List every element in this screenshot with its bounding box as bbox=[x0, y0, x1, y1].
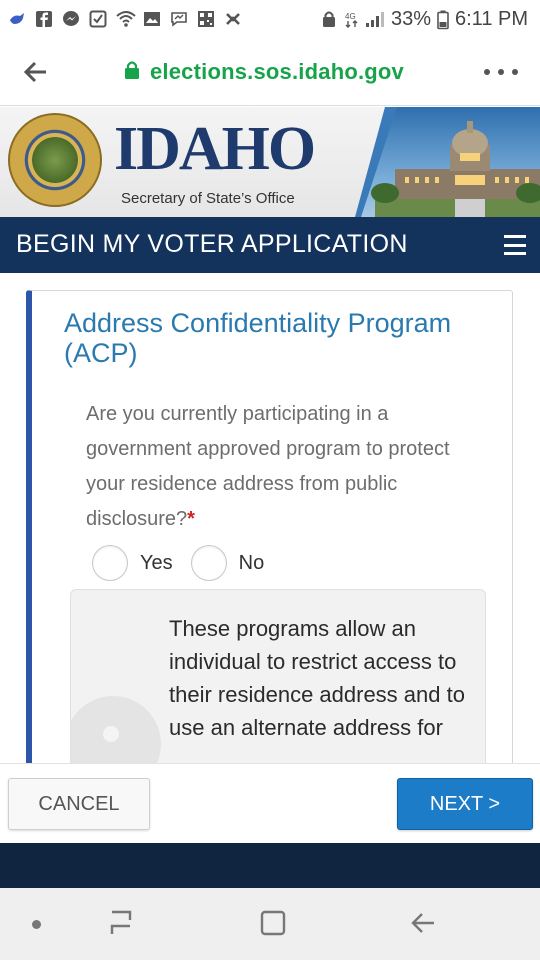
state-seal-icon bbox=[8, 113, 102, 207]
back-icon[interactable] bbox=[408, 908, 438, 938]
acp-question: Are you currently participating in a gov… bbox=[86, 397, 476, 537]
next-button[interactable]: NEXT > bbox=[397, 778, 533, 830]
signal-icon bbox=[365, 10, 385, 28]
status-bar: 4G 33% 6:11 PM bbox=[0, 0, 540, 38]
chat-icon bbox=[170, 10, 188, 28]
cancel-button[interactable]: CANCEL bbox=[8, 778, 150, 830]
network-4g-icon: 4G bbox=[345, 10, 359, 28]
back-arrow-icon[interactable] bbox=[20, 56, 52, 88]
info-icon bbox=[71, 696, 161, 763]
radio-no[interactable] bbox=[190, 545, 227, 581]
dot-icon[interactable] bbox=[32, 920, 41, 929]
banner-subtitle: Secretary of State’s Office bbox=[121, 190, 295, 207]
radio-yes[interactable] bbox=[92, 545, 128, 581]
form-content: Address Confidentiality Program (ACP) Ar… bbox=[0, 273, 540, 763]
page-title: BEGIN MY VOTER APPLICATION bbox=[16, 230, 408, 258]
capitol-building-image bbox=[355, 107, 540, 217]
puzzle-icon bbox=[224, 10, 242, 28]
recent-apps-icon[interactable] bbox=[108, 908, 136, 938]
acp-section-card: Address Confidentiality Program (ACP) Ar… bbox=[26, 290, 513, 763]
browser-toolbar: elections.sos.idaho.gov bbox=[0, 38, 540, 106]
notification-icons bbox=[0, 10, 242, 28]
bird-icon bbox=[8, 10, 26, 28]
form-footer: CANCEL NEXT > bbox=[0, 763, 540, 843]
qr-icon bbox=[197, 10, 215, 28]
home-icon[interactable] bbox=[260, 910, 286, 936]
battery-icon bbox=[437, 10, 449, 30]
lock-icon bbox=[321, 10, 339, 28]
page-header: BEGIN MY VOTER APPLICATION bbox=[0, 217, 540, 273]
required-marker: * bbox=[187, 508, 195, 530]
url-text[interactable]: elections.sos.idaho.gov bbox=[150, 59, 404, 85]
info-callout: These programs allow an individual to re… bbox=[70, 589, 486, 763]
android-navigation-bar bbox=[0, 888, 540, 960]
secure-lock-icon bbox=[124, 60, 140, 85]
messenger-icon bbox=[62, 10, 80, 28]
radio-yes-label[interactable]: Yes bbox=[140, 552, 173, 575]
facebook-icon bbox=[35, 10, 53, 28]
banner-title: IDAHO bbox=[114, 115, 316, 183]
info-text: These programs allow an individual to re… bbox=[169, 616, 465, 740]
image-icon bbox=[143, 10, 161, 28]
page-footer-band bbox=[0, 843, 540, 888]
acp-radio-group: Yes No bbox=[92, 545, 282, 581]
clock: 6:11 PM bbox=[455, 7, 528, 30]
question-text: Are you currently participating in a gov… bbox=[86, 403, 450, 530]
address-bar[interactable]: elections.sos.idaho.gov bbox=[124, 58, 404, 86]
more-options-icon[interactable] bbox=[484, 60, 518, 84]
checkbox-icon bbox=[89, 10, 107, 28]
section-title: Address Confidentiality Program (ACP) bbox=[64, 308, 452, 368]
hamburger-menu-icon[interactable] bbox=[504, 235, 526, 255]
system-status: 4G 33% 6:11 PM bbox=[321, 0, 528, 38]
wifi-icon bbox=[116, 10, 136, 28]
svg-text:4G: 4G bbox=[345, 12, 356, 21]
battery-percent: 33% bbox=[390, 7, 431, 30]
radio-no-label[interactable]: No bbox=[239, 552, 265, 575]
